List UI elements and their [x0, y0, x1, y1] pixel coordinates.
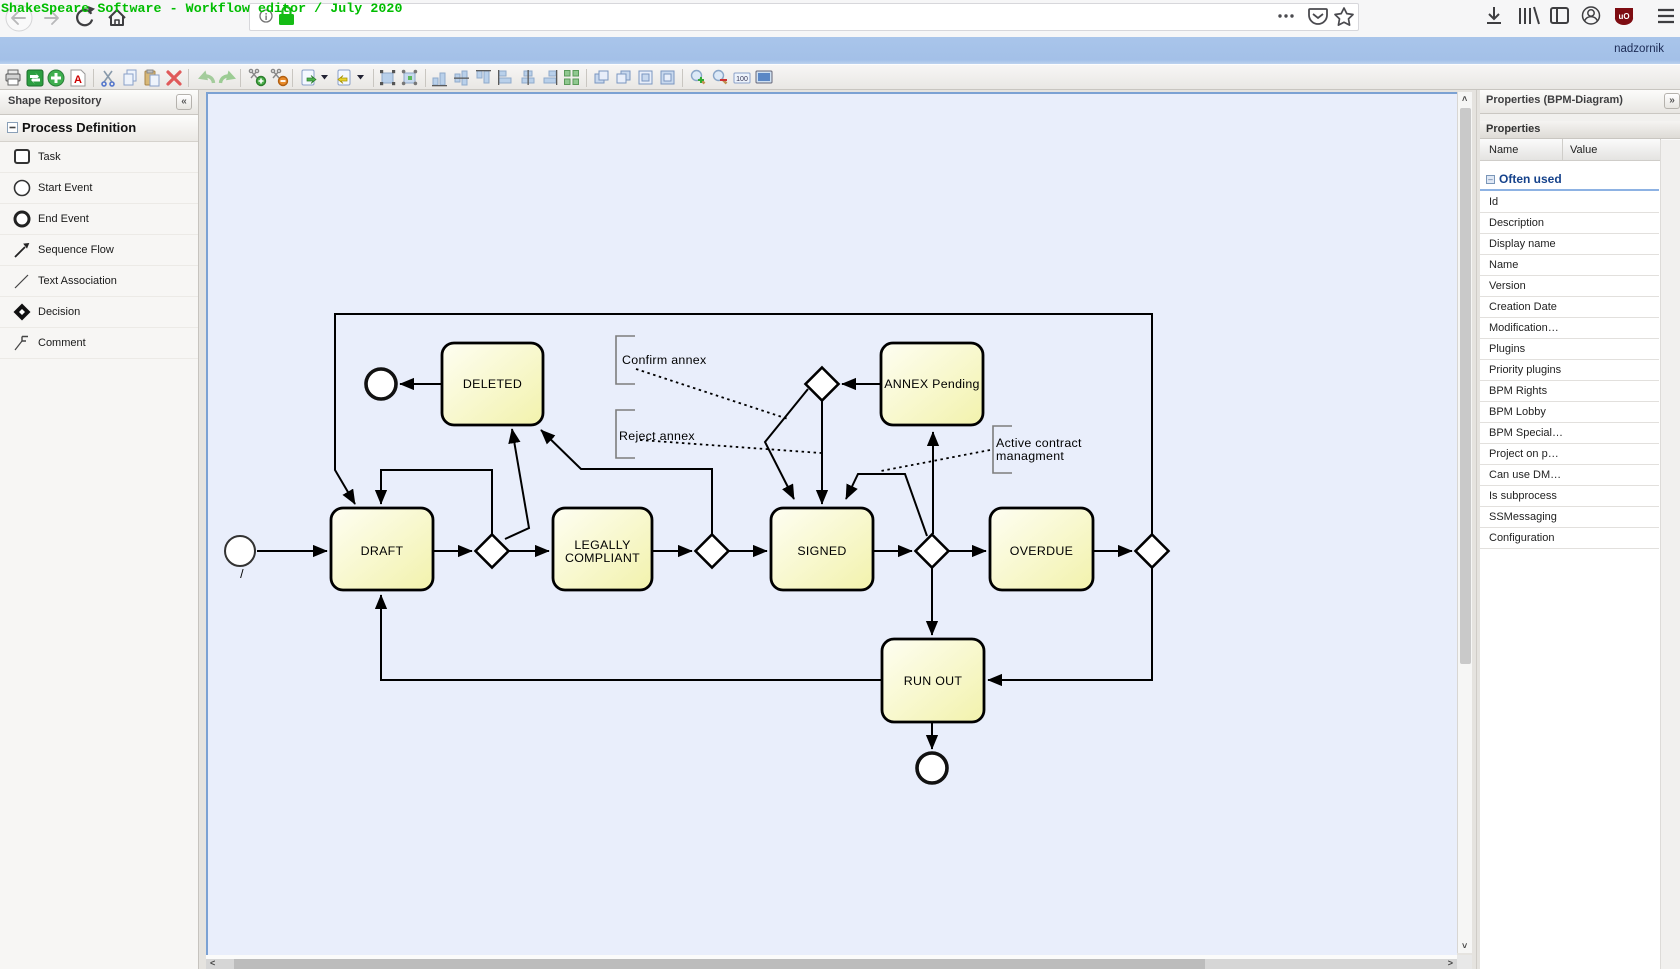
svg-text:/: /: [240, 567, 244, 581]
svg-text:DRAFT: DRAFT: [361, 544, 404, 558]
svg-text:uO: uO: [1618, 12, 1629, 21]
svg-text:ANNEX Pending: ANNEX Pending: [884, 377, 980, 391]
svg-text:Confirm annex: Confirm annex: [622, 353, 707, 367]
svg-text:managment: managment: [996, 449, 1064, 463]
svg-text:OVERDUE: OVERDUE: [1010, 544, 1073, 558]
svg-text:SIGNED: SIGNED: [797, 544, 846, 558]
svg-text:COMPLIANT: COMPLIANT: [565, 551, 640, 565]
svg-text:RUN OUT: RUN OUT: [904, 674, 963, 688]
svg-text:Active contract: Active contract: [996, 436, 1082, 450]
svg-text:DELETED: DELETED: [463, 377, 522, 391]
svg-text:LEGALLY: LEGALLY: [574, 538, 630, 552]
svg-text:Reject annex: Reject annex: [619, 429, 695, 443]
svg-text:A: A: [74, 74, 82, 86]
svg-text:100: 100: [736, 76, 748, 83]
